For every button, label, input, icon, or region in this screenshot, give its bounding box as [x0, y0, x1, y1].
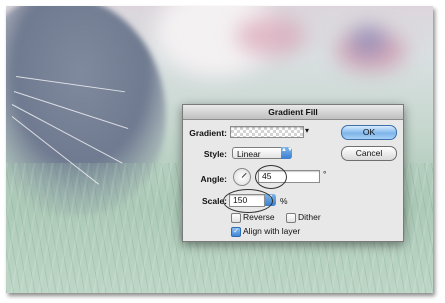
angle-label: Angle: [200, 174, 227, 184]
angle-dial-hand [241, 172, 247, 178]
pink-blur [236, 16, 306, 56]
gradient-fill-dialog: Gradient Fill Gradient: ▾ OK Cancel Styl… [182, 104, 404, 242]
align-with-layer-label: Align with layer [243, 226, 301, 236]
dither-checkbox[interactable] [286, 213, 296, 223]
angle-dial[interactable] [233, 168, 251, 186]
dither-label: Dither [298, 212, 321, 222]
gradient-preview-field[interactable] [230, 126, 304, 138]
style-select-value: Linear [237, 149, 261, 159]
dropdown-arrows-icon: ▲▼ [281, 147, 293, 159]
gradient-picker-arrow-icon[interactable]: ▾ [305, 126, 309, 135]
dialog-title: Gradient Fill [183, 105, 403, 120]
ok-button[interactable]: OK [341, 125, 397, 140]
style-select[interactable]: Linear ▲▼ [232, 147, 293, 159]
style-label: Style: [203, 149, 227, 159]
gradient-label: Gradient: [189, 128, 227, 138]
scale-label: Scale: [201, 196, 227, 206]
angle-highlight-circle [255, 165, 287, 189]
scale-highlight-circle [223, 189, 273, 213]
scale-unit: % [280, 196, 288, 206]
angle-unit: ° [323, 169, 327, 179]
reverse-label: Reverse [243, 212, 275, 222]
checkmark-icon: ✓ [233, 228, 239, 235]
blue-blur [351, 26, 386, 56]
reverse-checkbox[interactable] [231, 213, 241, 223]
cancel-button[interactable]: Cancel [341, 146, 397, 161]
align-with-layer-checkbox[interactable]: ✓ [231, 227, 241, 237]
